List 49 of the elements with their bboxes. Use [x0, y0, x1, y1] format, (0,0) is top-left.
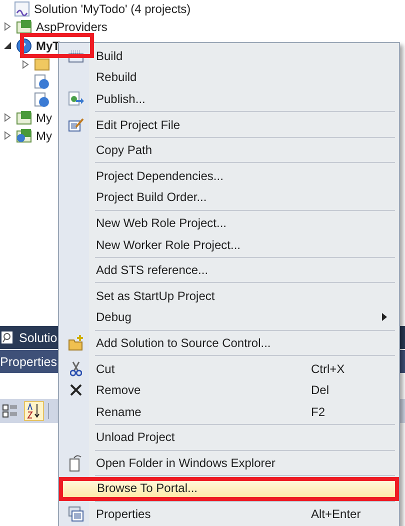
expand-icon[interactable] — [22, 60, 30, 69]
edit-icon — [68, 116, 84, 133]
properties-icon — [68, 506, 84, 522]
cut-icon — [70, 360, 82, 377]
menu-item[interactable]: Edit Project File — [61, 114, 397, 136]
menu-item[interactable]: Unload Project — [61, 426, 397, 448]
folder-add-icon — [68, 334, 84, 351]
build-icon — [68, 48, 84, 63]
solution-label[interactable]: Solution 'MyTodo' (4 projects) — [34, 2, 191, 16]
remove-icon — [69, 383, 83, 398]
folder-icon — [34, 56, 50, 72]
menu-item[interactable]: Add STS reference... — [61, 259, 397, 281]
project-label[interactable]: My — [36, 110, 52, 125]
menu-item[interactable]: Build — [61, 45, 397, 67]
expand-icon[interactable] — [4, 131, 12, 140]
web-file-icon — [34, 92, 50, 108]
document-icon — [69, 454, 83, 472]
menu-item[interactable]: New Worker Role Project... — [61, 234, 397, 256]
expand-icon[interactable] — [4, 113, 12, 122]
csharp-project-icon — [16, 110, 32, 126]
csharp-project-icon — [16, 18, 32, 35]
search-icon[interactable] — [1, 331, 13, 344]
menu-item[interactable]: Open Folder in Windows Explorer — [61, 452, 397, 474]
menu-item[interactable]: Add Solution to Source Control... — [61, 332, 397, 354]
menu-item[interactable]: Rename F2 — [61, 400, 397, 422]
csharp-project-icon — [16, 128, 32, 144]
menu-item[interactable]: Browse To Portal... — [61, 478, 397, 500]
sort-alphabetical-button[interactable] — [24, 401, 44, 421]
menu-item[interactable]: Debug — [61, 306, 397, 328]
menu-item[interactable]: Project Dependencies... — [61, 164, 397, 187]
menu-item[interactable]: Remove Del — [61, 379, 397, 401]
menu-item[interactable]: Project Build Order... — [61, 186, 397, 208]
globe-icon — [16, 38, 32, 54]
project-label[interactable]: AspProviders — [36, 20, 108, 34]
publish-icon — [68, 90, 84, 107]
menu-item[interactable]: Publish... — [61, 88, 397, 110]
collapse-icon[interactable] — [4, 41, 12, 50]
project-label[interactable]: MyT — [36, 38, 60, 53]
expand-icon[interactable] — [4, 22, 12, 32]
menu-item[interactable]: Set as StartUp Project — [61, 284, 397, 307]
menu-item[interactable]: Copy Path — [61, 139, 397, 161]
menu-item[interactable]: New Web Role Project... — [61, 212, 397, 234]
properties-title: Properties — [0, 354, 57, 368]
menu-item[interactable]: Cut Ctrl+X — [61, 358, 397, 380]
project-label[interactable]: My — [36, 128, 52, 143]
web-file-icon — [34, 74, 50, 90]
solution-tab[interactable]: Solutio — [19, 330, 58, 344]
menu-item[interactable]: Rebuild — [61, 66, 397, 88]
menu-item[interactable]: Properties Alt+Enter — [61, 503, 397, 525]
